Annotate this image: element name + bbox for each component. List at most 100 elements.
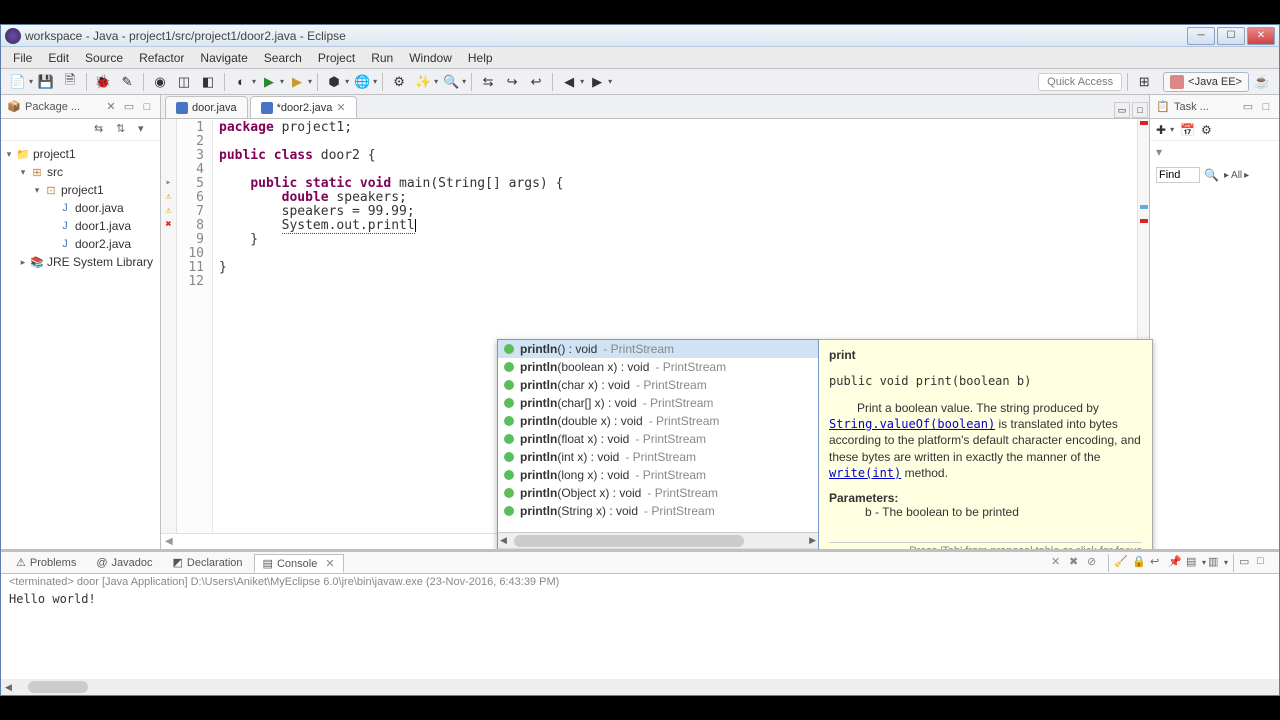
quick-access[interactable]: Quick Access: [1038, 73, 1122, 91]
prev-icon[interactable]: ▸: [1224, 170, 1229, 181]
minimize-icon[interactable]: ▭: [1241, 100, 1255, 114]
menu-help[interactable]: Help: [460, 49, 501, 67]
menu-search[interactable]: Search: [256, 49, 310, 67]
scroll-left-icon[interactable]: ◀: [165, 536, 173, 547]
open-perspective-button[interactable]: ⊞: [1133, 71, 1155, 93]
link-editor-icon[interactable]: ⇅: [116, 122, 132, 138]
new-button[interactable]: 📄: [7, 71, 29, 93]
minimize-icon[interactable]: ▭: [1239, 555, 1255, 571]
autocomplete-item[interactable]: println(char x) : void - PrintStream: [498, 376, 818, 394]
perspective-javaee[interactable]: <Java EE>: [1163, 72, 1249, 92]
autocomplete-scrollbar[interactable]: ◀ ▶: [498, 532, 818, 548]
scroll-left-icon[interactable]: ◀: [500, 535, 507, 546]
search-icon[interactable]: 🔍: [1204, 168, 1218, 182]
tab-problems[interactable]: ⚠Problems: [7, 553, 85, 572]
pin-icon[interactable]: 📌: [1168, 555, 1184, 571]
maximize-icon[interactable]: □: [140, 100, 154, 114]
save-button[interactable]: 💾: [35, 71, 57, 93]
tree-file-door2[interactable]: Jdoor2.java: [3, 235, 158, 253]
autocomplete-item[interactable]: println(float x) : void - PrintStream: [498, 430, 818, 448]
word-wrap-icon[interactable]: ↩: [1150, 555, 1166, 571]
wand-icon[interactable]: ✨: [412, 71, 434, 93]
tree-package[interactable]: ▾⊡project1: [3, 181, 158, 199]
tree-jre-library[interactable]: ▸📚JRE System Library: [3, 253, 158, 271]
menu-edit[interactable]: Edit: [40, 49, 77, 67]
maximize-icon[interactable]: □: [1259, 100, 1273, 114]
menu-source[interactable]: Source: [77, 49, 131, 67]
next-annotation-icon[interactable]: ↪: [501, 71, 523, 93]
next-icon[interactable]: ▸: [1244, 170, 1249, 181]
tab-close-icon[interactable]: ✕: [336, 101, 345, 114]
collapse-all-icon[interactable]: ⇆: [94, 122, 110, 138]
build-button[interactable]: ⚙: [388, 71, 410, 93]
open-type-icon[interactable]: ◧: [197, 71, 219, 93]
globe-icon[interactable]: 🌐: [351, 71, 373, 93]
menu-refactor[interactable]: Refactor: [131, 49, 192, 67]
minimize-icon[interactable]: ▭: [122, 100, 136, 114]
maximize-editor-icon[interactable]: □: [1132, 102, 1148, 118]
autocomplete-item[interactable]: println(double x) : void - PrintStream: [498, 412, 818, 430]
display-icon[interactable]: ▤: [1186, 555, 1202, 571]
tree-file-door[interactable]: Jdoor.java: [3, 199, 158, 217]
autocomplete-item[interactable]: println(char[] x) : void - PrintStream: [498, 394, 818, 412]
new-task-icon[interactable]: ✚: [1156, 123, 1166, 137]
tree-file-door1[interactable]: Jdoor1.java: [3, 217, 158, 235]
scroll-right-icon[interactable]: ▶: [809, 535, 816, 546]
forward-button[interactable]: ▶: [586, 71, 608, 93]
prev-annotation-icon[interactable]: ↩: [525, 71, 547, 93]
maximize-icon[interactable]: □: [1257, 555, 1273, 571]
find-input[interactable]: [1156, 167, 1200, 183]
window-hscroll[interactable]: ◀: [1, 679, 1279, 695]
save-all-button[interactable]: 🗎: [59, 71, 81, 93]
autocomplete-item[interactable]: println(long x) : void - PrintStream: [498, 466, 818, 484]
back-button[interactable]: ◀: [558, 71, 580, 93]
clear-icon[interactable]: 🧹: [1114, 555, 1130, 571]
scroll-lock-icon[interactable]: 🔒: [1132, 555, 1148, 571]
perspective-java-icon[interactable]: ☕: [1251, 71, 1273, 93]
maximize-button[interactable]: ☐: [1217, 27, 1245, 45]
doc-link-write[interactable]: write(int): [829, 466, 901, 480]
minimize-button[interactable]: ─: [1187, 27, 1215, 45]
close-button[interactable]: ✕: [1247, 27, 1275, 45]
menu-navigate[interactable]: Navigate: [192, 49, 255, 67]
remove-all-icon[interactable]: ✖: [1069, 555, 1085, 571]
tab-declaration[interactable]: ◩Declaration: [164, 553, 252, 572]
scroll-left-icon[interactable]: ◀: [5, 682, 12, 693]
run-last-button[interactable]: ▶: [286, 71, 308, 93]
autocomplete-item[interactable]: println(String x) : void - PrintStream: [498, 502, 818, 520]
deploy-button[interactable]: ⬢: [323, 71, 345, 93]
minimize-editor-icon[interactable]: ▭: [1114, 102, 1130, 118]
remove-launch-icon[interactable]: ✕: [1051, 555, 1067, 571]
stop-button[interactable]: ◐: [230, 71, 252, 93]
panel-close-icon[interactable]: ✕: [104, 100, 118, 114]
tree-src[interactable]: ▾⊞src: [3, 163, 158, 181]
settings-icon[interactable]: ⚙: [1201, 123, 1212, 137]
tab-javadoc[interactable]: @Javadoc: [87, 554, 161, 572]
scroll-thumb[interactable]: [28, 681, 88, 693]
autocomplete-item[interactable]: println(boolean x) : void - PrintStream: [498, 358, 818, 376]
terminate-icon[interactable]: ⊘: [1087, 555, 1103, 571]
autocomplete-item[interactable]: println(int x) : void - PrintStream: [498, 448, 818, 466]
menu-project[interactable]: Project: [310, 49, 363, 67]
run-button[interactable]: ▶: [258, 71, 280, 93]
new-class-icon[interactable]: ◉: [149, 71, 171, 93]
tree-project[interactable]: ▾📁project1: [3, 145, 158, 163]
new-package-icon[interactable]: ◫: [173, 71, 195, 93]
calendar-icon[interactable]: 📅: [1180, 123, 1195, 137]
tab-door-java[interactable]: door.java: [165, 96, 248, 118]
tab-close-icon[interactable]: ✕: [325, 557, 334, 570]
scroll-thumb[interactable]: [514, 535, 744, 547]
doc-link-valueof[interactable]: String.valueOf(boolean): [829, 417, 995, 431]
debug-button[interactable]: 🐞: [92, 71, 114, 93]
menu-file[interactable]: File: [5, 49, 40, 67]
menu-run[interactable]: Run: [363, 49, 401, 67]
search-icon[interactable]: 🔍: [440, 71, 462, 93]
autocomplete-item[interactable]: println(Object x) : void - PrintStream: [498, 484, 818, 502]
view-menu-icon[interactable]: ▾: [138, 122, 154, 138]
tab-console[interactable]: ▤Console✕: [254, 554, 344, 573]
menu-window[interactable]: Window: [401, 49, 460, 67]
tab-door2-java[interactable]: *door2.java ✕: [250, 96, 357, 118]
toggle-button[interactable]: ⇆: [477, 71, 499, 93]
open-console-icon[interactable]: ▥: [1208, 555, 1224, 571]
autocomplete-item[interactable]: println() : void - PrintStream: [498, 340, 818, 358]
